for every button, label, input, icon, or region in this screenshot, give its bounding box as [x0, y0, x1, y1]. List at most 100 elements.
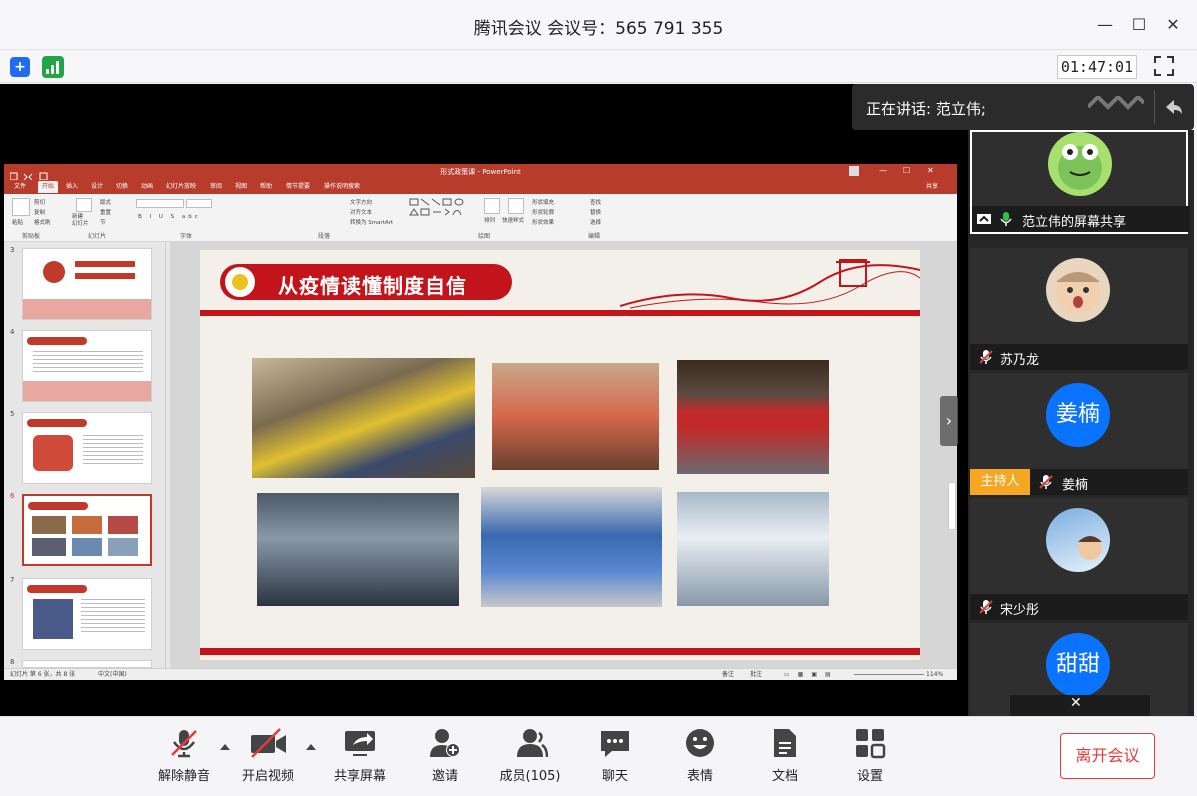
zoom-slider[interactable] — [854, 674, 924, 675]
network-signal-icon[interactable] — [42, 56, 64, 78]
video-off-icon — [251, 728, 286, 758]
chevron-up-icon[interactable] — [305, 741, 317, 753]
shapes-gallery[interactable] — [409, 198, 477, 224]
participant-tile[interactable]: 范立伟的屏幕共享 — [970, 130, 1190, 234]
slide-thumbnail-pane: 3 4 5 6 7 8 — [4, 242, 166, 668]
next-page-arrow[interactable]: › — [940, 396, 958, 446]
arrange-icon[interactable] — [484, 198, 500, 214]
close-icon[interactable]: ✕ — [1070, 695, 1082, 711]
shape-outline-button[interactable]: 形状轮廓 — [532, 208, 554, 216]
unmute-button[interactable]: 解除静音 — [144, 727, 224, 791]
arrange-label: 排列 — [484, 218, 496, 224]
maximize-button[interactable]: ☐ — [1126, 12, 1152, 38]
participant-name: 苏乃龙 — [1000, 353, 1040, 368]
participants-panel: 范立伟的屏幕共享 苏乃龙 姜楠 主持人 姜楠 宋少彤 甜甜 ✕ — [968, 130, 1194, 716]
share-screen-button[interactable]: 共享屏幕 — [320, 727, 400, 791]
emoji-button[interactable]: 表情 — [660, 727, 740, 791]
ppt-tab-animations[interactable]: 动画 — [141, 181, 153, 193]
new-slide-label: 新建 幻灯片 — [72, 214, 89, 227]
collapse-arrow-icon[interactable] — [1162, 96, 1184, 118]
cut-button[interactable]: 剪切 — [34, 198, 45, 206]
invite-label: 邀请 — [431, 769, 458, 784]
ppt-tab-view[interactable]: 视图 — [235, 181, 247, 193]
participant-tile[interactable]: 甜甜 ✕ — [970, 623, 1188, 716]
slide-thumbnail[interactable] — [22, 660, 152, 668]
layout-button[interactable]: 版式 — [100, 198, 111, 206]
status-language: 中文(中国) — [98, 671, 127, 678]
slide-thumbnail[interactable] — [22, 412, 152, 484]
text-direction-button[interactable]: 文字方向 — [350, 198, 372, 206]
chat-button[interactable]: 聊天 — [575, 727, 655, 791]
docs-button[interactable]: 文档 — [745, 727, 825, 791]
invite-button[interactable]: 邀请 — [405, 727, 485, 791]
security-shield-icon[interactable]: + — [10, 57, 30, 77]
canvas-scrollbar[interactable] — [948, 482, 956, 530]
ward-nurses-photo — [677, 492, 829, 606]
members-button[interactable]: 成员(105) — [490, 727, 570, 791]
status-comments-button[interactable]: 批注 — [750, 669, 762, 680]
ppt-tab-review[interactable]: 审阅 — [210, 181, 222, 193]
reset-button[interactable]: 重置 — [100, 208, 111, 216]
participant-tile[interactable]: 苏乃龙 — [970, 248, 1188, 370]
section-button[interactable]: 节 — [100, 218, 106, 226]
quick-styles-icon[interactable] — [508, 198, 524, 214]
ppt-tab-storyboard[interactable]: 情节提要 — [286, 181, 310, 193]
format-painter-button[interactable]: 格式刷 — [34, 218, 51, 226]
font-size-select[interactable] — [186, 199, 212, 208]
ppt-tab-file[interactable]: 文件 — [14, 181, 26, 193]
thumb-number: 4 — [10, 328, 15, 336]
status-zoom: 114% — [926, 671, 944, 678]
align-text-button[interactable]: 对齐文本 — [350, 208, 372, 216]
great-wall-decoration — [619, 258, 920, 310]
font-style-buttons[interactable]: B I U S abc — [138, 214, 201, 220]
mic-muted-icon — [978, 349, 994, 365]
ppt-window-controls[interactable]: — ☐ ✕ — [849, 165, 954, 179]
slide-thumbnail[interactable] — [22, 578, 152, 650]
ppt-tab-design[interactable]: 设计 — [91, 181, 103, 193]
settings-grid-icon — [856, 729, 886, 759]
shape-fill-button[interactable]: 形状填充 — [532, 198, 554, 206]
current-slide: 从疫情读懂制度自信 — [200, 250, 920, 660]
slide-thumbnail[interactable] — [22, 330, 152, 402]
slide-thumbnail-selected[interactable] — [22, 494, 152, 566]
participant-tile[interactable]: 宋少彤 — [970, 498, 1188, 620]
audio-wave-icon — [1086, 94, 1146, 118]
copy-button[interactable]: 复制 — [34, 208, 45, 216]
select-button[interactable]: 选择 — [590, 218, 601, 226]
smartart-button[interactable]: 转换为 SmartArt — [350, 218, 393, 226]
fullscreen-icon[interactable] — [1153, 55, 1175, 77]
paste-icon[interactable] — [12, 198, 30, 216]
ppt-tab-help[interactable]: 帮助 — [260, 181, 272, 193]
avatar — [1046, 258, 1110, 322]
replace-button[interactable]: 替换 — [590, 208, 601, 216]
ppt-tab-insert[interactable]: 插入 — [66, 181, 78, 193]
settings-button[interactable]: 设置 — [830, 727, 910, 791]
ppt-tab-home[interactable]: 开始 — [38, 181, 59, 193]
quick-styles-label: 快速样式 — [502, 218, 525, 224]
font-name-select[interactable] — [136, 199, 184, 208]
close-button[interactable]: ✕ — [1160, 12, 1186, 38]
ppt-tab-slideshow[interactable]: 幻灯片放映 — [166, 181, 196, 193]
participant-tile[interactable]: 姜楠 主持人 姜楠 — [970, 373, 1188, 495]
shape-effect-button[interactable]: 形状效果 — [532, 218, 554, 226]
find-button[interactable]: 查找 — [590, 198, 601, 206]
slide-thumbnail[interactable] — [22, 248, 152, 320]
ppt-quick-access-icon[interactable] — [9, 167, 50, 181]
avatar — [1048, 132, 1112, 196]
mic-muted-icon — [1038, 474, 1054, 490]
ppt-tab-transitions[interactable]: 切换 — [116, 181, 128, 193]
new-slide-icon[interactable] — [76, 198, 92, 212]
title-bar: 腾讯会议 会议号：565 791 355 — ☐ ✕ — [0, 0, 1197, 50]
minimize-button[interactable]: — — [1092, 12, 1118, 38]
slide-editing-canvas: 从疫情读懂制度自信 — [170, 242, 957, 668]
medical-team-banner-photo — [677, 360, 829, 474]
leave-meeting-button[interactable]: 离开会议 — [1060, 733, 1155, 779]
ppt-share-button[interactable]: 共享 — [926, 181, 938, 193]
ppt-ribbon-tabs: 文件 开始 插入 设计 切换 动画 幻灯片放映 审阅 视图 帮助 情节提要 操作… — [4, 180, 957, 194]
thumb-number: 7 — [10, 576, 15, 584]
status-notes-button[interactable]: 备注 — [722, 669, 734, 680]
view-mode-icons[interactable]: ▭▦▣▤ — [784, 669, 839, 680]
ppt-title: 形式政策课 - PowerPoint — [4, 164, 957, 180]
start-video-button[interactable]: 开启视频 — [228, 727, 308, 791]
ppt-search-tell-me[interactable]: 操作说明搜索 — [324, 181, 360, 193]
